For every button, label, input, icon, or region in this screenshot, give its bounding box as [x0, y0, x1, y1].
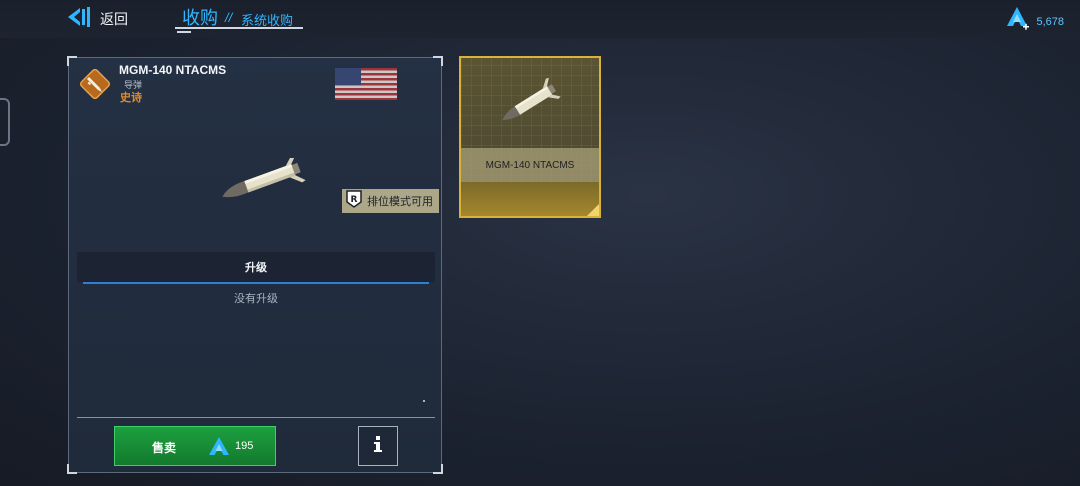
sell-button[interactable]: 售卖 195 [114, 426, 276, 466]
tile-name-band: MGM-140 NTACMS [461, 148, 599, 182]
tab-separator: // [225, 10, 233, 25]
svg-text:R: R [351, 195, 358, 205]
currency-icon [208, 436, 230, 461]
sell-label: 售卖 [152, 441, 177, 455]
missile-image [215, 153, 310, 208]
tab-underline [175, 27, 303, 29]
currency-value: 5,678 [1036, 15, 1064, 28]
back-label: 返回 [100, 11, 128, 27]
top-bar: 返回 收购 // 系统收购 5,678 [0, 0, 1080, 38]
side-drawer-handle[interactable] [0, 98, 10, 146]
decor-dot [423, 400, 425, 402]
currency-icon [1006, 6, 1030, 37]
card-corner [433, 464, 443, 474]
ranked-icon: R [346, 189, 362, 213]
ranked-mode-badge: R 排位模式可用 [342, 189, 439, 213]
back-button[interactable]: 返回 [66, 6, 128, 32]
card-corner [67, 464, 77, 474]
missile-category-icon [77, 66, 113, 107]
upgrade-title: 升级 [245, 262, 267, 274]
ranked-label: 排位模式可用 [367, 196, 433, 208]
item-rarity: 史诗 [120, 92, 142, 104]
tile-corner-marker [587, 204, 599, 216]
currency-display[interactable]: 5,678 [1006, 6, 1064, 37]
card-divider [77, 417, 435, 418]
usa-flag-icon [335, 68, 397, 105]
upgrade-status: 没有升级 [234, 293, 278, 305]
item-detail-card: MGM-140 NTACMS 导弹 史诗 R 排位模式可用 升级 没有升级 售卖… [67, 56, 443, 474]
back-icon [66, 6, 94, 33]
card-corner [67, 56, 77, 66]
missile-thumbnail [495, 76, 567, 133]
tile-item-name: MGM-140 NTACMS [485, 159, 575, 171]
info-button[interactable] [358, 426, 398, 466]
upgrade-header: 升级 [77, 252, 435, 282]
info-icon [372, 435, 384, 458]
tile-rarity-strip [461, 182, 599, 216]
tab-indicator [177, 31, 191, 33]
sell-price: 195 [235, 440, 254, 452]
card-corner [433, 56, 443, 66]
upgrade-progress-line [83, 282, 429, 284]
item-name: MGM-140 NTACMS [119, 63, 227, 77]
item-tile[interactable]: MGM-140 NTACMS [459, 56, 601, 218]
